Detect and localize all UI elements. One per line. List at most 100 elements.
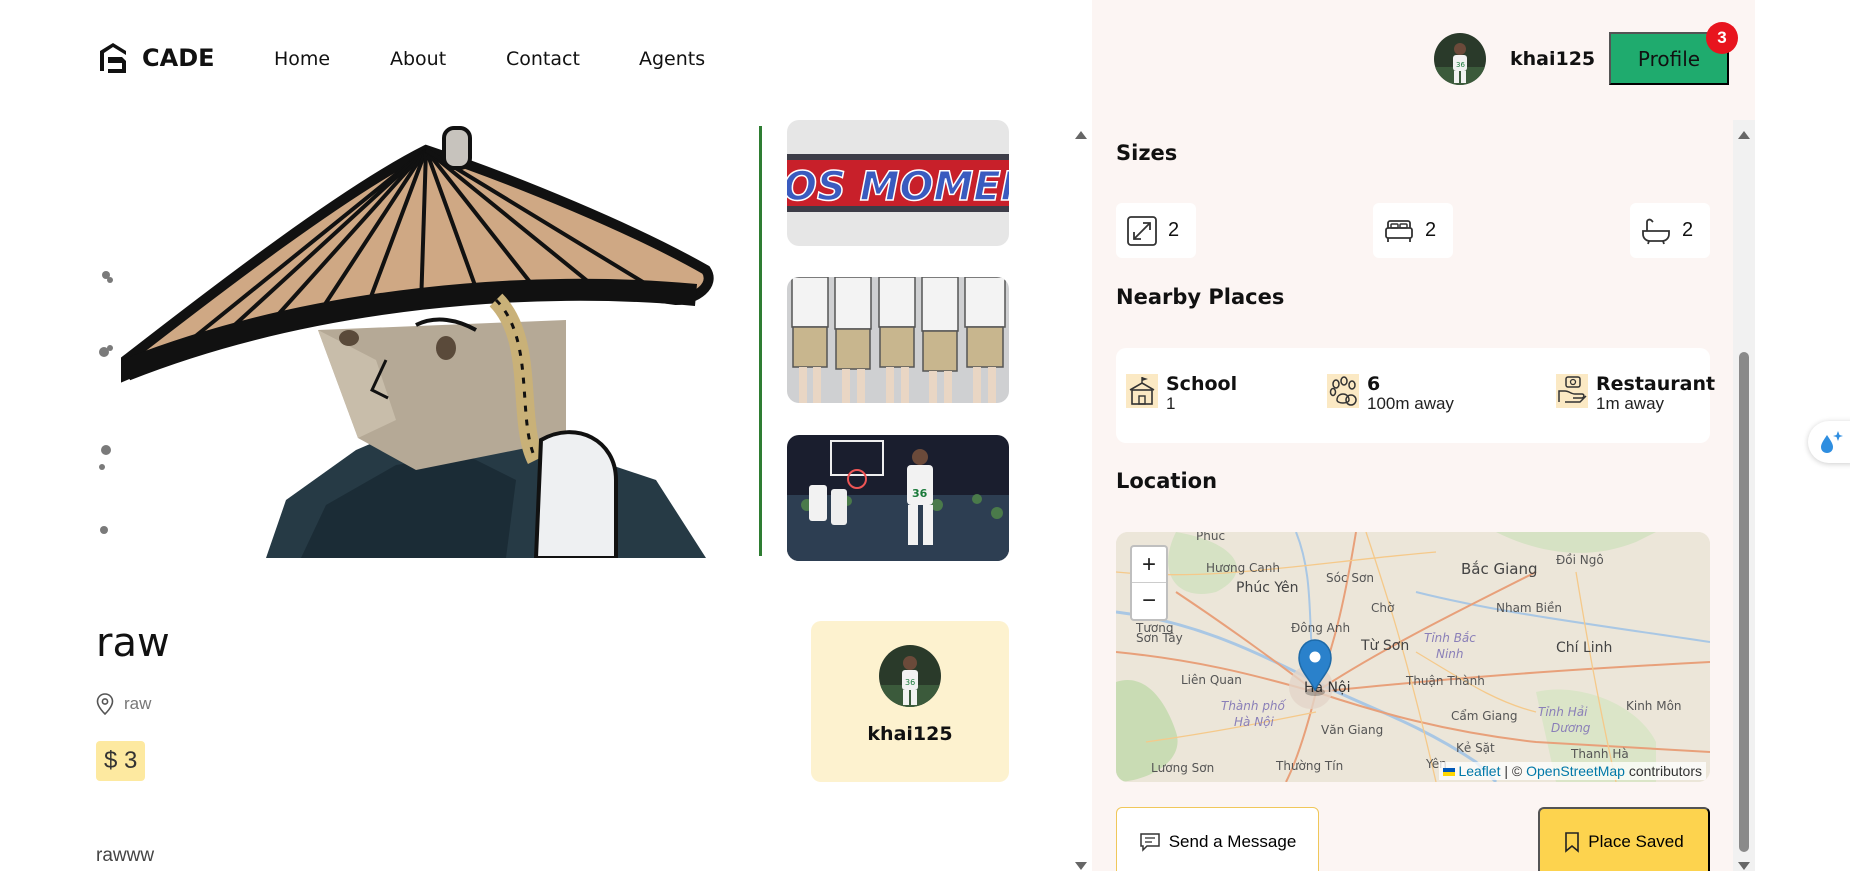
nearby-places: School 1 6 100m away Restaurant 1m away [1116, 348, 1715, 443]
send-message-button[interactable]: Send a Message [1116, 807, 1319, 871]
zoom-out-button[interactable]: − [1132, 583, 1166, 619]
svg-text:Sóc Sơn: Sóc Sơn [1326, 571, 1374, 585]
panel-scroll-up-arrow[interactable] [1738, 131, 1750, 139]
sizes-title: Sizes [1116, 141, 1178, 165]
map-zoom-control: + − [1130, 545, 1168, 621]
notification-badge: 3 [1706, 22, 1738, 54]
svg-text:36: 36 [905, 678, 915, 687]
size-bedrooms-value: 2 [1425, 219, 1437, 241]
listing-title: raw [96, 620, 170, 666]
svg-text:Phúc: Phúc [1196, 532, 1225, 543]
svg-text:Chí Linh: Chí Linh [1556, 640, 1612, 656]
thumbnail-2[interactable] [787, 277, 1009, 403]
osm-link[interactable]: OpenStreetMap [1526, 763, 1625, 779]
nearby-item-title: Restaurant [1596, 373, 1716, 395]
svg-text:Dương: Dương [1551, 721, 1591, 735]
user-avatar[interactable]: 36 [1434, 33, 1486, 85]
size-area-value: 2 [1168, 219, 1180, 241]
restaurant-icon [1556, 374, 1588, 408]
sparkle-drop-icon [1821, 431, 1843, 453]
thumbnail-1-text: OS MOMEN [787, 164, 1009, 210]
school-icon [1126, 374, 1158, 408]
nearby-item-distance: 100m away [1367, 394, 1454, 413]
size-area: 2 [1116, 203, 1196, 258]
map-attribution: Leaflet | © OpenStreetMap contributors [1438, 762, 1706, 780]
location-map[interactable]: Phúc Hương Canh Phúc Yên Sóc Sơn Bắc Gia… [1116, 532, 1710, 782]
location-title: Location [1116, 469, 1218, 493]
image-divider [759, 126, 762, 556]
nearby-item-title: School [1166, 373, 1238, 395]
svg-text:Văn Giang: Văn Giang [1321, 723, 1383, 737]
size-bathrooms: 2 [1630, 203, 1710, 258]
owner-name[interactable]: khai125 [867, 723, 952, 745]
nearby-item-title: 6 [1367, 373, 1381, 395]
logo-icon [100, 43, 126, 73]
svg-text:Ninh: Ninh [1436, 647, 1464, 661]
svg-text:Sơn Tây: Sơn Tây [1136, 631, 1183, 645]
svg-text:Đồi Ngô: Đồi Ngô [1556, 553, 1604, 567]
svg-text:Tỉnh Bắc: Tỉnh Bắc [1424, 631, 1476, 645]
bookmark-icon [1565, 832, 1580, 853]
svg-text:36: 36 [912, 487, 928, 500]
svg-text:Thành phố: Thành phố [1221, 699, 1287, 713]
bathtub-icon [1642, 218, 1670, 244]
leaflet-link[interactable]: Leaflet [1458, 763, 1500, 779]
svg-text:Bắc Giang: Bắc Giang [1461, 560, 1538, 578]
svg-text:Hà Nội: Hà Nội [1234, 715, 1275, 729]
svg-text:36: 36 [1456, 61, 1465, 69]
svg-text:Đông Anh: Đông Anh [1291, 621, 1350, 635]
scroll-down-arrow[interactable] [1075, 862, 1087, 870]
svg-text:Thanh Hà: Thanh Hà [1570, 747, 1629, 761]
nearby-item-distance: 1m away [1596, 394, 1665, 413]
listing-description: rawww [96, 845, 155, 866]
svg-text:Cẩm Giang: Cẩm Giang [1451, 709, 1517, 723]
nav-home[interactable]: Home [274, 48, 330, 70]
size-bathrooms-value: 2 [1682, 219, 1694, 241]
panel-scroll-down-arrow[interactable] [1738, 862, 1750, 870]
listing-address: raw [96, 693, 151, 715]
thumbnail-1[interactable]: OS MOMEN [787, 120, 1009, 246]
main-listing-image[interactable] [96, 120, 762, 558]
svg-text:Kinh Môn: Kinh Môn [1626, 699, 1682, 713]
svg-text:Hương Canh: Hương Canh [1206, 561, 1280, 575]
nearby-item-pet: 6 100m away [1327, 374, 1454, 414]
brand-name: CADE [142, 44, 215, 72]
brand-logo[interactable]: CADE [96, 41, 215, 75]
pet-icon [1327, 374, 1359, 408]
owner-avatar[interactable]: 36 [879, 645, 941, 707]
svg-text:Nham Biền: Nham Biền [1496, 601, 1562, 615]
listing-price: $ 3 [96, 741, 146, 781]
floating-assistant-button[interactable] [1808, 421, 1850, 463]
area-icon [1127, 215, 1157, 246]
user-name[interactable]: khai125 [1510, 48, 1595, 70]
nearby-item-school: School 1 [1126, 374, 1237, 414]
attribution-suffix: contributors [1628, 763, 1702, 779]
nearby-item-restaurant: Restaurant 1m away [1556, 374, 1715, 414]
svg-text:Tỉnh Hải: Tỉnh Hải [1538, 705, 1588, 719]
panel-scrollbar-thumb[interactable] [1739, 352, 1749, 852]
listing-address-text: raw [124, 694, 152, 713]
nearby-item-distance: 1 [1166, 394, 1176, 413]
place-saved-label: Place Saved [1588, 832, 1684, 851]
bed-icon [1385, 219, 1413, 242]
attribution-separator: | © [1504, 763, 1523, 779]
location-pin-icon [96, 693, 114, 715]
zoom-in-button[interactable]: + [1132, 547, 1166, 583]
svg-text:Thường Tín: Thường Tín [1275, 759, 1343, 773]
nearby-title: Nearby Places [1116, 285, 1285, 309]
nav-contact[interactable]: Contact [506, 48, 580, 70]
nav-agents[interactable]: Agents [639, 48, 705, 70]
send-message-label: Send a Message [1168, 832, 1297, 851]
svg-text:Thuận Thành: Thuận Thành [1405, 674, 1485, 688]
thumbnail-3[interactable]: 36 [787, 435, 1009, 561]
svg-text:Liên Quan: Liên Quan [1181, 673, 1242, 687]
svg-text:Kẻ Sặt: Kẻ Sặt [1456, 741, 1495, 755]
svg-text:Phúc Yên: Phúc Yên [1236, 580, 1299, 596]
ukraine-flag-icon [1442, 768, 1455, 777]
scroll-up-arrow[interactable] [1075, 131, 1087, 139]
place-saved-button[interactable]: Place Saved [1538, 807, 1710, 871]
nav-about[interactable]: About [390, 48, 446, 70]
svg-text:Từ Sơn: Từ Sơn [1360, 638, 1409, 654]
svg-text:Chờ: Chờ [1371, 601, 1395, 615]
svg-text:Lương Sơn: Lương Sơn [1151, 761, 1214, 775]
